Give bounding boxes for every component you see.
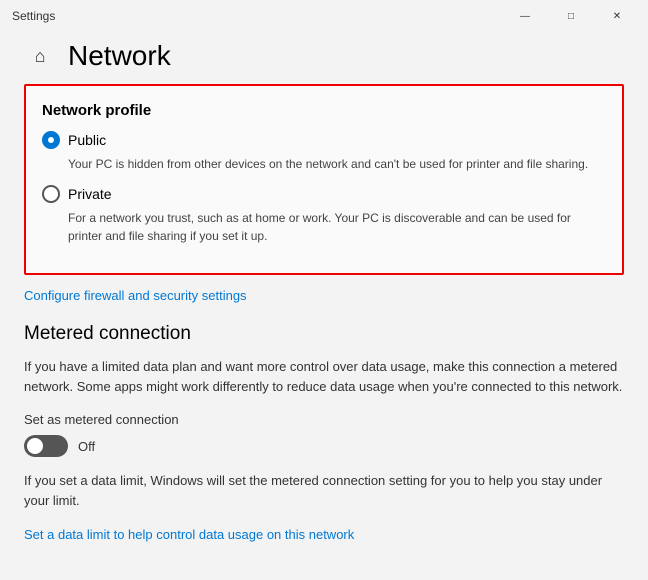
close-button[interactable]: ✕ xyxy=(594,0,640,32)
toggle-row: Off xyxy=(24,435,624,457)
public-radio-option[interactable]: Public xyxy=(42,131,606,149)
page-title: Network xyxy=(68,40,171,72)
back-button[interactable]: ⌂ xyxy=(24,40,56,72)
toggle-label: Set as metered connection xyxy=(24,412,624,427)
home-icon: ⌂ xyxy=(35,46,46,67)
firewall-link[interactable]: Configure firewall and security settings xyxy=(24,288,247,303)
private-radio-desc: For a network you trust, such as at home… xyxy=(68,209,606,245)
toggle-state-label: Off xyxy=(78,439,95,454)
public-radio-desc: Your PC is hidden from other devices on … xyxy=(68,155,606,173)
private-radio-label: Private xyxy=(68,186,112,202)
minimize-button[interactable]: — xyxy=(502,0,548,32)
private-radio-option[interactable]: Private xyxy=(42,185,606,203)
app-title: Settings xyxy=(12,9,55,23)
maximize-button[interactable]: □ xyxy=(548,0,594,32)
page-header: ⌂ Network xyxy=(0,32,648,84)
content-area: Network profile Public Your PC is hidden… xyxy=(0,84,648,580)
metered-body-text: If you have a limited data plan and want… xyxy=(24,357,624,396)
network-profile-section: Network profile Public Your PC is hidden… xyxy=(24,84,624,275)
public-radio-button[interactable] xyxy=(42,131,60,149)
titlebar-controls: — □ ✕ xyxy=(502,0,640,32)
metered-connection-section: Metered connection If you have a limited… xyxy=(24,323,624,562)
public-radio-label: Public xyxy=(68,132,106,148)
titlebar-left: Settings xyxy=(12,9,55,23)
metered-toggle[interactable] xyxy=(24,435,68,457)
data-limit-link[interactable]: Set a data limit to help control data us… xyxy=(24,527,354,542)
private-radio-button[interactable] xyxy=(42,185,60,203)
metered-footer-text: If you set a data limit, Windows will se… xyxy=(24,471,624,510)
titlebar: Settings — □ ✕ xyxy=(0,0,648,32)
metered-section-title: Metered connection xyxy=(24,323,624,345)
network-profile-title: Network profile xyxy=(42,102,606,119)
